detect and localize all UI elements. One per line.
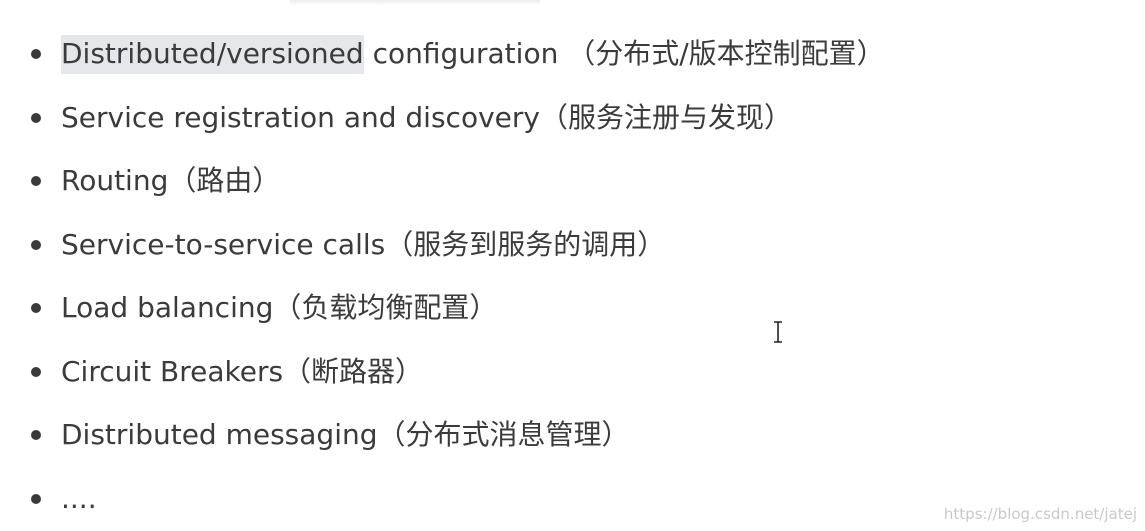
- list-item-service-calls: Service-to-service calls（服务到服务的调用）: [28, 213, 885, 277]
- list-item-ellipsis: ....: [28, 467, 885, 531]
- feature-list: Distributed/versioned configuration （分布式…: [28, 22, 885, 530]
- bullet-icon: [31, 49, 41, 59]
- list-item-circuit-breakers: Circuit Breakers（断路器）: [28, 340, 885, 404]
- list-item-text: ....: [61, 481, 97, 515]
- bullet-icon: [31, 239, 41, 250]
- list-item-text: Circuit Breakers（断路器）: [61, 354, 424, 388]
- list-item-text: configuration （分布式/版本控制配置）: [363, 37, 885, 70]
- list-item-load-balancing: Load balancing（负载均衡配置）: [28, 276, 885, 340]
- list-item-text: Service-to-service calls（服务到服务的调用）: [61, 227, 666, 261]
- list-item-text: Service registration and discovery（服务注册与…: [61, 100, 792, 134]
- bullet-icon: [31, 176, 41, 186]
- list-item-text: Load balancing（负载均衡配置）: [61, 291, 498, 324]
- list-item-service-registration: Service registration and discovery（服务注册与…: [28, 86, 885, 150]
- bullet-icon: [31, 493, 41, 504]
- list-item-routing: Routing（路由）: [28, 149, 885, 213]
- list-item-distributed-config: Distributed/versioned configuration （分布式…: [28, 22, 885, 86]
- watermark: https://blog.csdn.net/jatej: [943, 505, 1137, 523]
- bullet-icon: [31, 112, 41, 123]
- bullet-icon: [31, 303, 41, 313]
- bullet-icon: [31, 430, 41, 440]
- list-item-distributed-messaging: Distributed messaging（分布式消息管理）: [28, 403, 885, 467]
- top-edge-shade: [290, 0, 540, 6]
- selected-text-highlight: Distributed/versioned: [61, 35, 364, 74]
- text-cursor-icon: [774, 321, 782, 343]
- bullet-icon: [31, 366, 41, 377]
- list-item-text: Distributed messaging（分布式消息管理）: [61, 418, 630, 451]
- list-item-text: Routing（路由）: [61, 164, 281, 197]
